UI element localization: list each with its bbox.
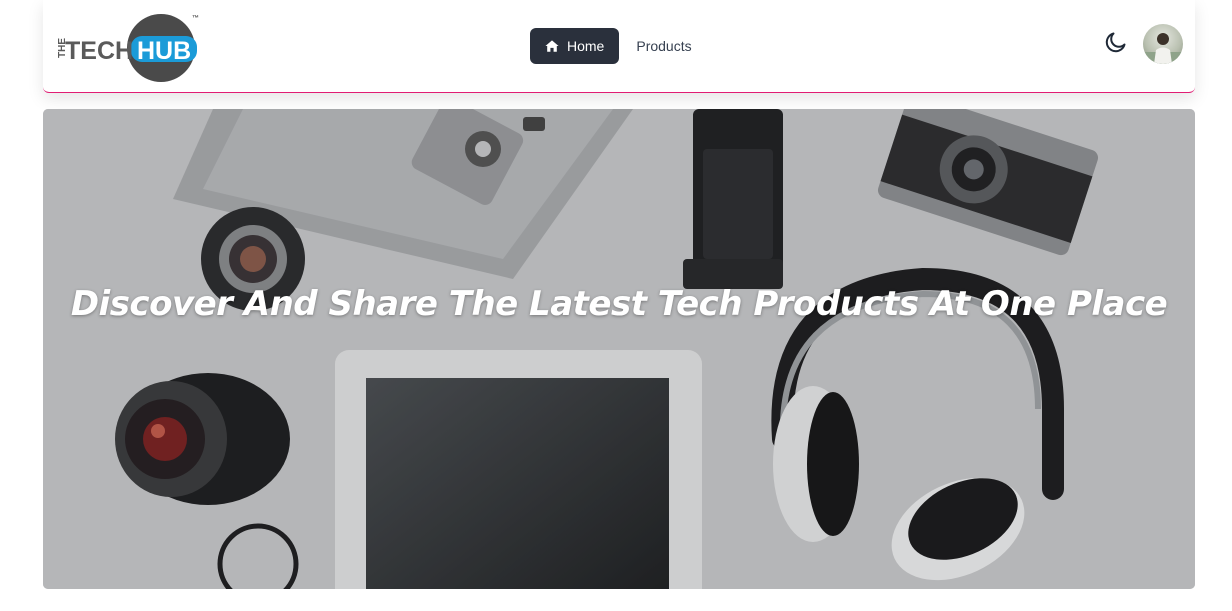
hero-banner: Discover And Share The Latest Tech Produ… bbox=[43, 109, 1195, 589]
brand-logo[interactable]: THE TECH HUB ™ bbox=[51, 14, 201, 84]
home-icon bbox=[545, 39, 559, 53]
hero-overlay bbox=[43, 109, 1195, 589]
hero-title: Discover And Share The Latest Tech Produ… bbox=[70, 284, 1168, 324]
logo-tech-text: TECH bbox=[65, 37, 133, 65]
logo-hub-text: HUB bbox=[137, 37, 191, 65]
nav-products-label: Products bbox=[636, 38, 692, 54]
header-controls bbox=[1103, 24, 1183, 64]
theme-toggle-button[interactable] bbox=[1103, 31, 1129, 57]
moon-icon bbox=[1104, 30, 1128, 59]
nav-products-link[interactable]: Products bbox=[621, 28, 706, 64]
user-avatar[interactable] bbox=[1143, 24, 1183, 64]
nav-home-label: Home bbox=[567, 38, 605, 54]
navbar: THE TECH HUB ™ Home Products bbox=[43, 0, 1195, 93]
logo-trademark: ™ bbox=[192, 15, 199, 22]
nav-home-button[interactable]: Home bbox=[530, 28, 620, 64]
main-nav: Home Products bbox=[530, 28, 707, 64]
